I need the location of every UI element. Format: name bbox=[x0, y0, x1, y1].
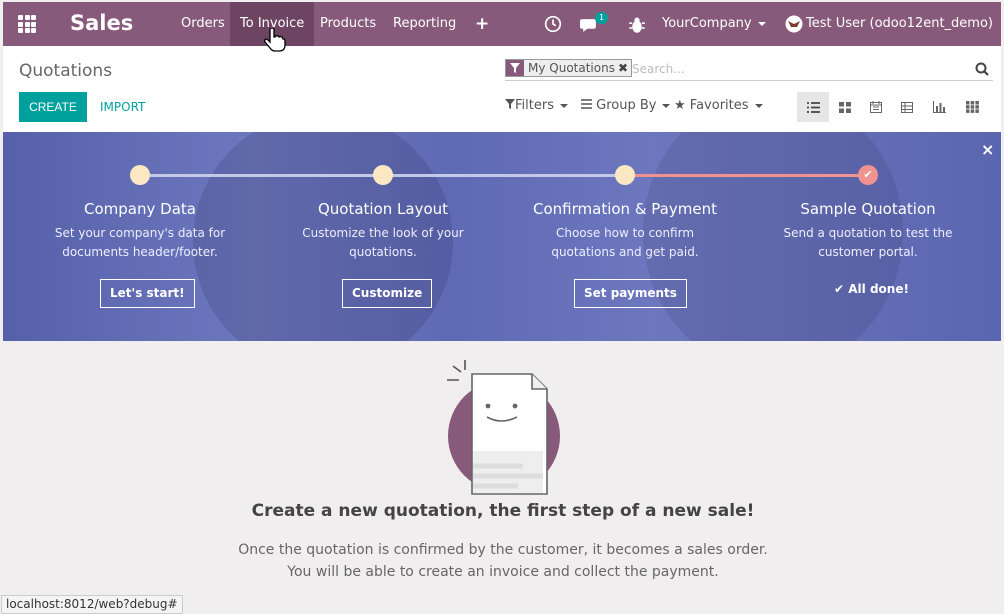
app-brand[interactable]: Sales bbox=[70, 11, 133, 35]
company-name: YourCompany bbox=[662, 16, 752, 31]
step-dot-quotation-layout bbox=[373, 165, 393, 185]
calendar-view-icon bbox=[870, 101, 882, 113]
pivot-view-button[interactable] bbox=[891, 92, 923, 122]
debug-bug-icon[interactable] bbox=[628, 16, 646, 34]
calendar-view-button[interactable] bbox=[860, 92, 892, 122]
step-title: Confirmation & Payment bbox=[533, 200, 717, 218]
step-confirmation-payment: Confirmation & Payment Choose how to con… bbox=[505, 200, 745, 262]
dashboard-view-button[interactable] bbox=[956, 92, 988, 122]
kanban-view-button[interactable] bbox=[829, 92, 861, 122]
chevron-down-icon bbox=[754, 103, 763, 108]
step-dot-company-data bbox=[130, 165, 150, 185]
customize-button[interactable]: Customize bbox=[342, 279, 433, 308]
graph-view-icon bbox=[932, 101, 946, 113]
graph-view-button[interactable] bbox=[923, 92, 955, 122]
step-title: Quotation Layout bbox=[317, 200, 449, 218]
chevron-down-icon bbox=[662, 103, 671, 108]
empty-state-line-2: You will be able to create an invoice an… bbox=[287, 564, 719, 580]
facet-label: My Quotations bbox=[528, 61, 615, 75]
chevron-down-icon bbox=[559, 103, 568, 108]
chevron-down-icon bbox=[757, 21, 766, 26]
step-description: Set your company's data for documents he… bbox=[54, 226, 226, 259]
pivot-view-icon bbox=[901, 101, 913, 113]
step-title: Sample Quotation bbox=[800, 200, 936, 218]
list-bars-icon bbox=[581, 99, 592, 109]
activity-clock-icon[interactable] bbox=[544, 15, 562, 33]
message-count-badge: 1 bbox=[595, 12, 609, 24]
status-url: localhost:8012/web?debug# bbox=[1, 595, 183, 614]
user-name: Test User (odoo12ent_demo) bbox=[806, 16, 993, 31]
step-company-data: Company Data Set your company's data for… bbox=[20, 200, 260, 262]
import-button[interactable]: IMPORT bbox=[100, 92, 145, 122]
step-dot-confirmation-payment bbox=[615, 165, 635, 185]
step-title: Company Data bbox=[84, 200, 196, 218]
search-facet: My Quotations ✖ bbox=[505, 59, 633, 77]
star-icon: ★ bbox=[674, 98, 686, 113]
search-input[interactable] bbox=[632, 60, 972, 78]
user-menu[interactable]: Test User (odoo12ent_demo) bbox=[806, 2, 1001, 70]
empty-state-description: Once the quotation is confirmed by the c… bbox=[3, 539, 1003, 583]
step-dot-sample-quotation-check-icon: ✔ bbox=[858, 165, 878, 185]
all-done-label: All done! bbox=[848, 282, 909, 296]
onboarding-banner: × ✔ Company Data Set your company's data… bbox=[3, 132, 1001, 341]
progress-line-done bbox=[626, 174, 869, 177]
list-view-button[interactable] bbox=[797, 92, 829, 122]
favorites-dropdown[interactable]: ★ Favorites bbox=[674, 98, 763, 113]
hand-pointer-cursor-icon bbox=[264, 28, 286, 52]
close-icon[interactable]: × bbox=[981, 140, 994, 159]
step-quotation-layout: Quotation Layout Customize the look of y… bbox=[263, 200, 503, 262]
filter-icon bbox=[505, 99, 515, 109]
empty-state-title: Create a new quotation, the first step o… bbox=[251, 501, 755, 521]
menu-orders[interactable]: Orders bbox=[171, 2, 235, 46]
step-description: Send a quotation to test the customer po… bbox=[783, 226, 953, 259]
step-description: Choose how to confirm quotations and get… bbox=[551, 226, 699, 259]
filters-label: Filters bbox=[515, 98, 554, 113]
empty-state: Create a new quotation, the first step o… bbox=[3, 341, 1001, 614]
control-panel: Quotations My Quotations ✖ CREATE IMPORT… bbox=[3, 46, 1001, 132]
empty-document-smiley-icon bbox=[447, 360, 560, 495]
groupby-dropdown[interactable]: Group By bbox=[581, 98, 671, 113]
search-icon[interactable] bbox=[975, 62, 989, 76]
step-sample-quotation: Sample Quotation Send a quotation to tes… bbox=[748, 200, 988, 262]
grid-view-icon bbox=[965, 101, 979, 113]
check-icon: ✔ bbox=[834, 282, 845, 296]
breadcrumb: Quotations bbox=[19, 61, 113, 81]
step-description: Customize the look of your quotations. bbox=[302, 226, 464, 259]
menu-products[interactable]: Products bbox=[310, 2, 386, 46]
lets-start-button[interactable]: Let's start! bbox=[100, 279, 195, 308]
user-avatar[interactable] bbox=[785, 15, 803, 33]
favorites-label: Favorites bbox=[689, 98, 749, 113]
groupby-label: Group By bbox=[596, 98, 657, 113]
menu-reporting[interactable]: Reporting bbox=[383, 2, 466, 46]
search-underline bbox=[505, 80, 993, 81]
set-payments-button[interactable]: Set payments bbox=[574, 279, 687, 308]
apps-menu-icon[interactable] bbox=[18, 15, 36, 33]
filter-icon bbox=[506, 60, 524, 76]
top-navbar: Sales Orders To Invoice Products Reporti… bbox=[3, 2, 1001, 70]
company-switcher[interactable]: YourCompany bbox=[662, 2, 766, 46]
create-button[interactable]: CREATE bbox=[19, 92, 87, 122]
quick-create-plus-icon[interactable]: + bbox=[475, 14, 493, 34]
kanban-view-icon bbox=[839, 101, 851, 113]
all-done-status: ✔ All done! bbox=[834, 282, 909, 296]
empty-state-line-1: Once the quotation is confirmed by the c… bbox=[238, 542, 768, 558]
list-view-icon bbox=[806, 101, 820, 113]
remove-facet-icon[interactable]: ✖ bbox=[618, 61, 631, 75]
filters-dropdown[interactable]: Filters bbox=[505, 98, 568, 113]
